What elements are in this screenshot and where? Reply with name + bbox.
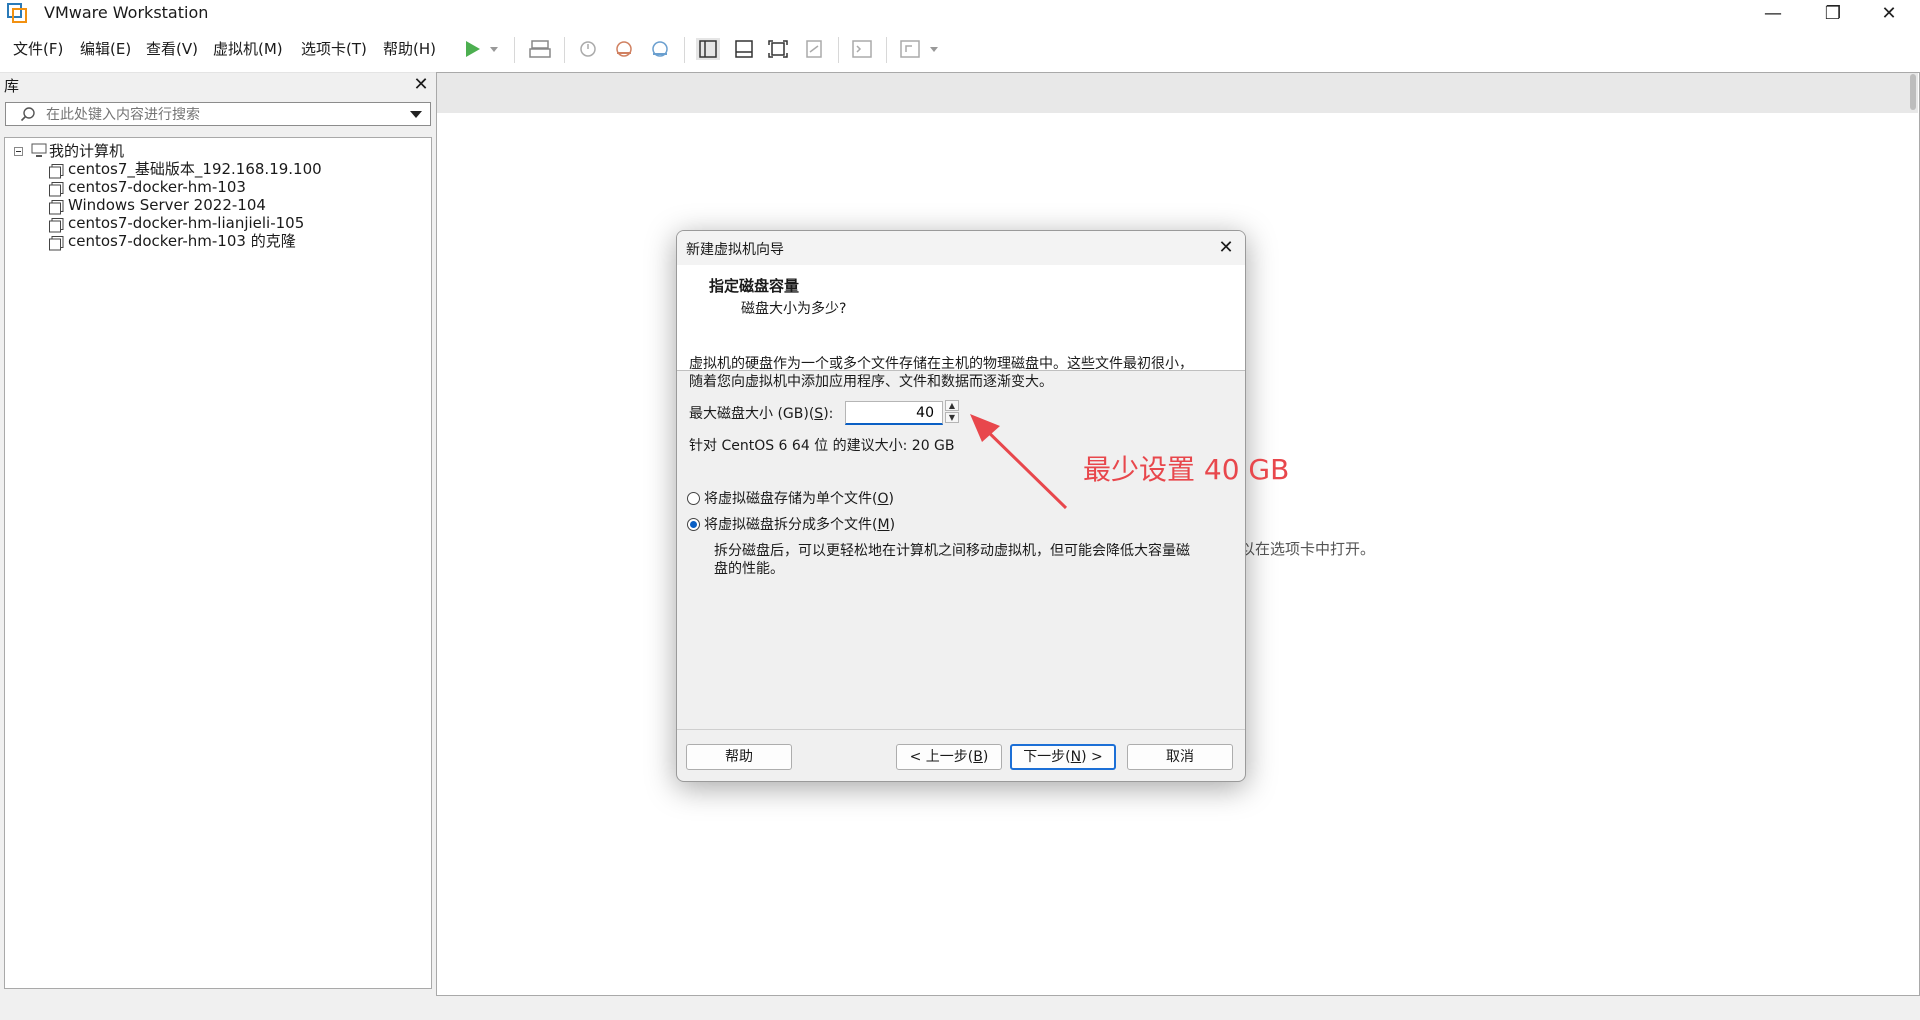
menu-view[interactable]: 查看(V) [146,38,198,60]
dialog-close-icon[interactable]: ✕ [1213,235,1239,261]
menu-file[interactable]: 文件(F) [13,38,63,60]
full-screen-icon[interactable] [766,38,790,60]
send-keys-icon[interactable] [528,38,552,60]
computer-icon [31,143,47,157]
split-multiple-files-radio[interactable] [687,518,700,531]
workspace-hint-text: 以在选项卡中打开。 [1240,540,1376,558]
dialog-title: 新建虚拟机向导 [686,242,784,258]
disk-size-input[interactable] [845,401,943,425]
step-subtitle: 磁盘大小为多少? [741,301,847,317]
split-description-line: 拆分磁盘后，可以更轻松地在计算机之间移动虚拟机，但可能会降低大容量磁 [714,543,1190,559]
stretch-view-icon[interactable] [898,38,922,60]
close-window-button[interactable]: ✕ [1866,0,1912,26]
toolbar-separator [684,37,685,63]
store-single-file-label[interactable]: 将虚拟磁盘存储为单个文件(O) [704,490,894,508]
toolbar-separator [564,37,565,63]
show-library-icon[interactable] [696,38,720,60]
cancel-button[interactable]: 取消 [1127,744,1233,770]
snapshot-icon[interactable] [576,38,600,60]
library-title: 库 [4,77,20,95]
unity-icon[interactable] [802,38,826,60]
split-multiple-files-label[interactable]: 将虚拟磁盘拆分成多个文件(M) [704,516,895,534]
split-description-line: 盘的性能。 [714,561,784,577]
back-button[interactable]: < 上一步(B) [896,744,1002,770]
title-bar [0,0,1920,26]
description-line: 虚拟机的硬盘作为一个或多个文件存储在主机的物理磁盘中。这些文件最初很小， [689,356,1193,372]
maximize-button[interactable]: ❐ [1810,0,1856,26]
toolbar-separator [886,37,887,63]
vm-icon [49,218,64,233]
tab-strip [437,73,1918,113]
menu-vm[interactable]: 虚拟机(M) [213,38,283,60]
menu-edit[interactable]: 编辑(E) [80,38,131,60]
vm-icon [49,182,64,197]
snapshot-manager-icon[interactable] [648,38,672,60]
console-view-icon[interactable] [850,38,874,60]
dropdown-arrow-icon[interactable] [488,38,500,60]
spin-up-button[interactable]: ▲ [945,400,959,411]
recommended-size: 针对 CentOS 6 64 位 的建议大小: 20 GB [689,438,955,454]
chevron-down-icon[interactable] [410,109,422,119]
vm-icon [49,164,64,179]
annotation-arrow-icon [970,414,1068,510]
collapse-toggle-icon[interactable] [14,147,23,156]
revert-snapshot-icon[interactable] [612,38,636,60]
thumbnail-bar-icon[interactable] [732,38,756,60]
dialog-divider [677,729,1245,730]
disk-size-label: 最大磁盘大小 (GB)(S): [689,406,834,422]
search-icon [20,107,35,122]
vmware-logo-icon [7,3,27,23]
menu-help[interactable]: 帮助(H) [383,38,436,60]
menu-toolbar [0,26,1920,73]
store-single-file-radio[interactable] [687,492,700,505]
help-button[interactable]: 帮助 [686,744,792,770]
scrollbar[interactable] [1910,74,1916,110]
step-title: 指定磁盘容量 [709,277,800,295]
toolbar-separator [514,37,515,63]
library-search-box[interactable] [5,102,431,127]
dropdown-arrow-icon[interactable] [928,38,940,60]
menu-tabs[interactable]: 选项卡(T) [301,38,367,60]
next-button[interactable]: 下一步(N) > [1010,744,1116,770]
annotation-text: 最少设置 40 GB [1083,453,1290,486]
description-line: 随着您向虚拟机中添加应用程序、文件和数据而逐渐变大。 [689,374,1053,390]
toolbar-separator [838,37,839,63]
library-close-icon[interactable]: ✕ [412,74,430,95]
library-search-input[interactable] [44,103,388,127]
vm-icon [49,236,64,251]
tree-item-vm[interactable]: centos7-docker-hm-103 的克隆 [68,230,296,252]
library-tree: 我的计算机 centos7_基础版本_192.168.19.100 centos… [4,137,432,989]
app-title: VMware Workstation [44,3,209,22]
vm-icon [49,200,64,215]
minimize-button[interactable]: — [1750,0,1796,26]
power-on-icon[interactable] [460,38,484,60]
spin-down-button[interactable]: ▼ [945,412,959,423]
